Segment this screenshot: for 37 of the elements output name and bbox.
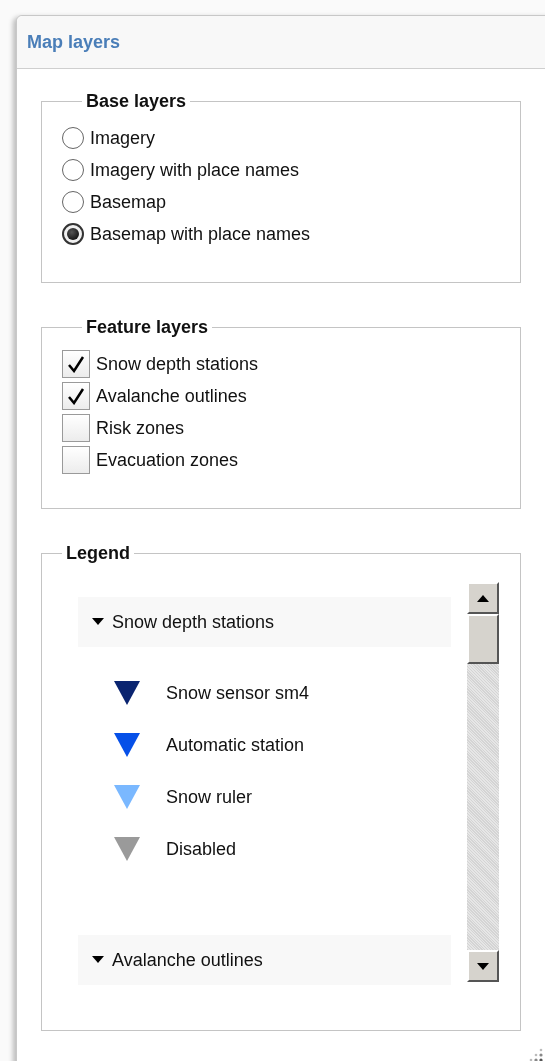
scroll-thumb[interactable] — [467, 614, 499, 664]
legend-group-header[interactable]: Snow depth stations — [78, 597, 451, 647]
caret-down-icon — [92, 618, 104, 626]
checkmark-icon — [67, 387, 85, 405]
arrow-up-icon — [477, 594, 489, 602]
fieldset-title: Feature layers — [85, 317, 210, 338]
radio-label[interactable]: Basemap with place names — [90, 223, 311, 245]
scroll-up-button[interactable] — [467, 582, 499, 614]
radio-button[interactable] — [62, 127, 84, 149]
radio-label[interactable]: Imagery — [90, 127, 156, 149]
caret-down-icon — [92, 956, 104, 964]
checkbox-label[interactable]: Avalanche outlines — [96, 385, 247, 407]
legend-item-label: Disabled — [166, 838, 237, 860]
checkbox[interactable] — [62, 446, 90, 474]
legend-item-label: Automatic station — [166, 734, 305, 756]
radio-button[interactable] — [62, 223, 84, 245]
checkbox-label[interactable]: Risk zones — [96, 417, 185, 439]
panel-title: Map layers — [27, 31, 121, 53]
radio-button[interactable] — [62, 159, 84, 181]
scroll-down-button[interactable] — [467, 950, 499, 982]
legend-item-label: Snow sensor sm4 — [166, 682, 310, 704]
arrow-down-icon — [477, 962, 489, 970]
checkbox[interactable] — [62, 414, 90, 442]
legend-group-header[interactable]: Avalanche outlines — [78, 935, 451, 985]
resize-grip-icon[interactable] — [529, 1048, 543, 1061]
fieldset-title: Legend — [65, 543, 131, 564]
checkbox-label[interactable]: Evacuation zones — [96, 449, 239, 471]
radio-label[interactable]: Basemap — [90, 191, 167, 213]
checkbox-label[interactable]: Snow depth stations — [96, 353, 259, 375]
scrollbar[interactable] — [467, 582, 499, 982]
fieldset-title: Base layers — [85, 91, 188, 112]
radio-button[interactable] — [62, 191, 84, 213]
checkbox[interactable] — [62, 382, 90, 410]
legend-item-label: Snow ruler — [166, 786, 253, 808]
radio-label[interactable]: Imagery with place names — [90, 159, 300, 181]
checkbox[interactable] — [62, 350, 90, 378]
checkmark-icon — [67, 355, 85, 373]
